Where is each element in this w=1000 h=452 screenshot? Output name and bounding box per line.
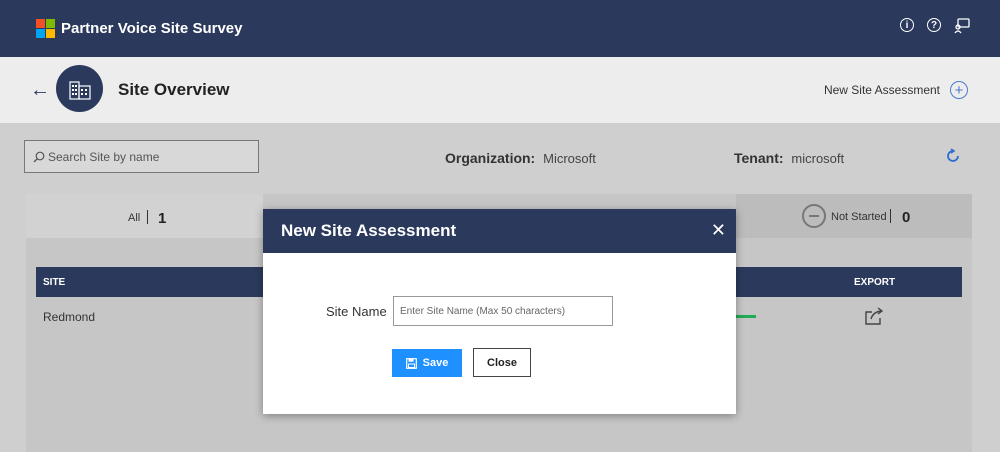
- tab-not-started-count: 0: [902, 209, 911, 226]
- tenant-label: Tenant:: [734, 150, 784, 166]
- save-label: Save: [422, 357, 449, 369]
- tab-not-started[interactable]: Not Started 0: [736, 194, 972, 238]
- not-started-icon: [802, 204, 826, 228]
- table-row-site[interactable]: Redmond: [43, 310, 95, 324]
- refresh-icon[interactable]: [945, 148, 961, 164]
- app-header: Partner Voice Site Survey i ?: [0, 0, 1000, 57]
- column-export: EXPORT: [854, 277, 896, 288]
- new-site-assessment-label: New Site Assessment: [823, 83, 940, 97]
- site-name-input[interactable]: [393, 296, 613, 326]
- microsoft-logo-icon: [36, 19, 55, 38]
- feedback-icon[interactable]: [954, 18, 970, 34]
- organization-value: Microsoft: [543, 151, 596, 166]
- page-title: Site Overview: [118, 80, 230, 99]
- app-title: Partner Voice Site Survey: [61, 20, 243, 37]
- page-header: ← Site Overview New Site Assessment +: [0, 57, 1000, 123]
- search-input[interactable]: Search Site by name: [24, 140, 259, 173]
- close-button[interactable]: Close: [473, 348, 531, 377]
- search-placeholder: Search Site by name: [48, 149, 160, 164]
- tab-all-label: All: [128, 212, 141, 224]
- back-arrow-icon[interactable]: ←: [30, 79, 50, 102]
- tab-not-started-label: Not Started: [831, 211, 887, 223]
- help-icon[interactable]: ?: [927, 18, 941, 32]
- site-name-label: Site Name: [326, 304, 387, 319]
- organization-label: Organization:: [445, 150, 536, 166]
- tenant-value: microsoft: [791, 151, 845, 166]
- search-icon: [33, 151, 45, 162]
- info-icon[interactable]: i: [900, 18, 914, 32]
- add-circle-icon[interactable]: +: [950, 81, 968, 99]
- dialog-header: New Site Assessment ✕: [263, 209, 736, 253]
- save-icon: [405, 357, 417, 369]
- dialog-title: New Site Assessment: [281, 221, 457, 240]
- organization-info: Organization: Microsoft: [445, 150, 596, 166]
- tenant-info: Tenant: microsoft: [734, 150, 844, 166]
- tab-all-count: 1: [158, 210, 167, 227]
- column-site: SITE: [43, 277, 66, 288]
- progress-bar: [734, 315, 756, 318]
- close-icon[interactable]: ✕: [711, 221, 726, 239]
- save-button[interactable]: Save: [392, 349, 462, 377]
- new-site-assessment-button[interactable]: New Site Assessment +: [824, 81, 968, 99]
- tab-all[interactable]: All 1: [26, 194, 263, 238]
- building-icon: [56, 65, 103, 112]
- export-icon[interactable]: [864, 307, 884, 325]
- new-site-assessment-dialog: New Site Assessment ✕ Site Name Save Clo…: [263, 209, 736, 414]
